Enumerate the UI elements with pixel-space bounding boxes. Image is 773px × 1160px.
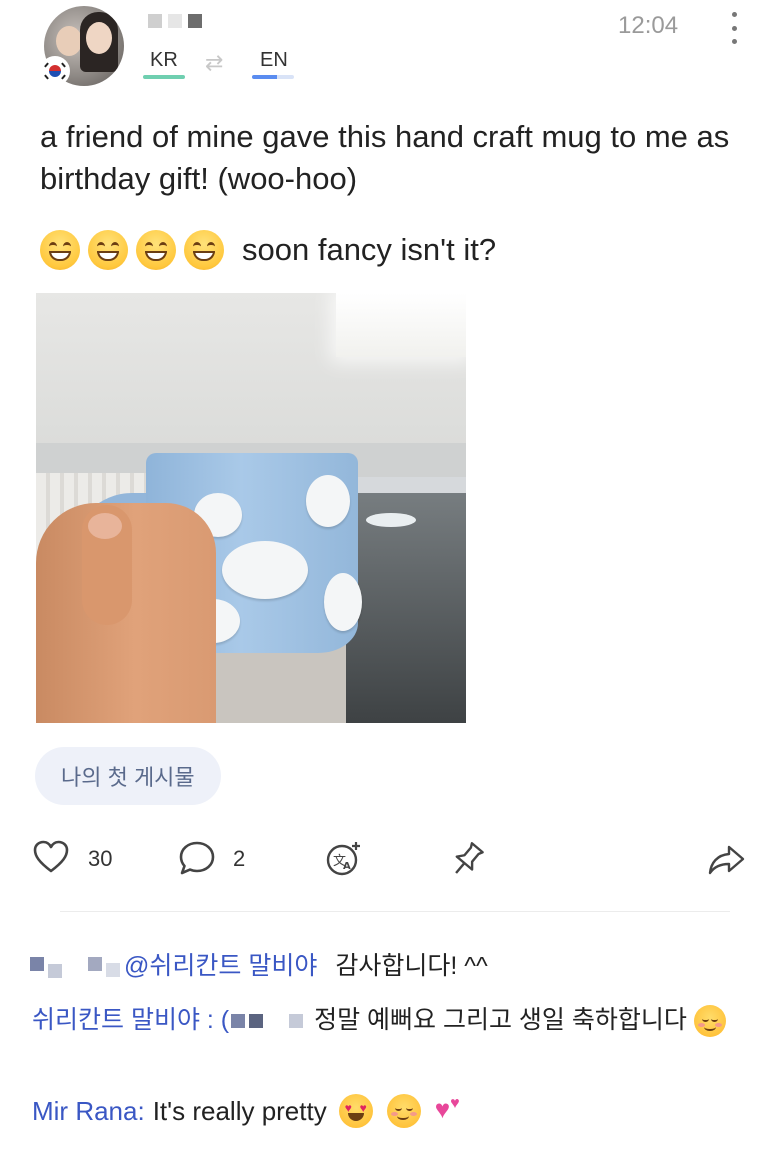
translate-button[interactable]: 文 A <box>325 840 363 883</box>
smiling-blush-emoji-icon <box>693 1005 726 1038</box>
comment-text: It's really pretty <box>152 1095 327 1126</box>
post-tag-chip[interactable]: 나의 첫 게시물 <box>35 747 221 805</box>
post-time: 12:04 <box>618 12 679 39</box>
comment-mention[interactable]: @쉬리칸트 말비야 <box>124 946 317 982</box>
pin-icon <box>455 842 484 874</box>
comment-item[interactable]: Mir Rana: It's really pretty ♥ ♥ ♥♥ <box>32 1094 460 1128</box>
svg-text:A: A <box>343 861 351 872</box>
smiling-blush-emoji-icon <box>386 1094 421 1128</box>
native-language-label: KR <box>150 49 178 71</box>
divider <box>60 911 730 912</box>
heart-eyes-emoji-icon: ♥ ♥ <box>338 1094 373 1128</box>
emoji-line: soon fancy isn't it? <box>40 230 496 270</box>
grinning-emoji-icon <box>184 230 224 270</box>
post-text: a friend of mine gave this hand craft mu… <box>40 119 730 196</box>
share-button[interactable] <box>707 843 747 882</box>
name-redacted <box>231 1014 246 1028</box>
comment-item[interactable]: @쉬리칸트 말비야 감사합니다! ^^ <box>30 946 488 982</box>
emoji-line-text: soon fancy isn't it? <box>242 232 497 267</box>
comment-author[interactable]: Mir Rana: <box>32 1096 145 1127</box>
native-language-level-bar <box>143 75 185 79</box>
learning-language-level-bar <box>252 75 294 79</box>
comment-item[interactable]: 쉬리칸트 말비야 : ( 정말 예뻐요 그리고 생일 축하합니다 <box>32 1003 752 1038</box>
like-count: 30 <box>88 846 113 871</box>
avatar-redacted <box>30 957 44 971</box>
heart-icon <box>33 840 69 873</box>
kebab-menu-icon[interactable] <box>728 12 740 44</box>
pin-button[interactable] <box>445 840 489 885</box>
comment-count: 2 <box>233 846 246 871</box>
korea-flag-icon <box>42 58 68 84</box>
translate-icon: 文 A <box>326 842 360 876</box>
grinning-emoji-icon <box>136 230 176 270</box>
username-redacted <box>148 14 202 28</box>
post-photo[interactable] <box>36 293 466 723</box>
comment-button[interactable] <box>178 840 216 881</box>
share-arrow-icon <box>708 845 745 875</box>
grinning-emoji-icon <box>40 230 80 270</box>
two-hearts-emoji-icon: ♥♥ <box>434 1093 460 1124</box>
comment-author[interactable]: 쉬리칸트 말비야 : ( <box>32 1006 229 1034</box>
like-button[interactable] <box>33 840 69 879</box>
learning-language-label: EN <box>260 49 288 71</box>
comment-text: 감사합니다! ^^ <box>335 952 488 980</box>
comment-text: 정말 예뻐요 그리고 생일 축하합니다 <box>314 1006 687 1034</box>
speech-bubble-icon <box>179 841 215 875</box>
grinning-emoji-icon <box>88 230 128 270</box>
swap-arrows-icon: ⇄ <box>205 50 224 75</box>
